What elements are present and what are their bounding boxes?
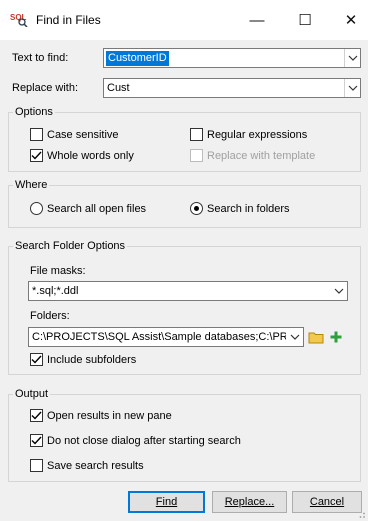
minimize-button[interactable]: — xyxy=(242,8,272,32)
find-button[interactable]: Find xyxy=(128,491,205,513)
replace-with-value[interactable]: Cust xyxy=(107,82,130,94)
whole-words-label: Whole words only xyxy=(47,149,134,162)
regular-expressions-checkbox[interactable]: Regular expressions xyxy=(190,128,307,141)
chevron-down-icon[interactable] xyxy=(287,328,303,346)
open-in-new-pane-checkbox[interactable]: Open results in new pane xyxy=(30,409,172,422)
folders-combo[interactable]: C:\PROJECTS\SQL Assist\Sample databases;… xyxy=(28,327,304,347)
checkbox-box[interactable] xyxy=(30,149,43,162)
radio-circle[interactable] xyxy=(30,202,43,215)
folders-label: Folders: xyxy=(30,310,70,322)
checkmark-icon xyxy=(31,436,42,445)
title-bar: SQL Find in Files — ☐ ✕ xyxy=(0,0,368,40)
checkbox-box[interactable] xyxy=(30,434,43,447)
do-not-close-dialog-checkbox[interactable]: Do not close dialog after starting searc… xyxy=(30,434,241,447)
file-masks-label: File masks: xyxy=(30,265,86,277)
replace-with-template-label: Replace with template xyxy=(207,149,316,162)
search-all-open-files-label: Search all open files xyxy=(47,202,147,215)
sql-app-icon: SQL xyxy=(10,11,28,28)
file-masks-value[interactable]: *.sql;*.ddl xyxy=(32,285,78,297)
regular-expressions-label: Regular expressions xyxy=(207,128,308,141)
dialog-body: Text to find: CustomerID Replace with: C… xyxy=(0,40,368,521)
include-subfolders-label: Include subfolders xyxy=(47,353,137,366)
replace-button-label[interactable]: Replace... xyxy=(225,496,275,508)
text-to-find-combo[interactable]: CustomerID xyxy=(103,48,361,68)
maximize-button[interactable]: ☐ xyxy=(290,8,320,32)
checkbox-box xyxy=(190,149,203,162)
folders-value[interactable]: C:\PROJECTS\SQL Assist\Sample databases;… xyxy=(32,331,286,343)
search-in-folders-radio[interactable]: Search in folders xyxy=(190,202,290,215)
whole-words-checkbox[interactable]: Whole words only xyxy=(30,149,134,162)
checkmark-icon xyxy=(31,151,42,160)
plus-icon[interactable] xyxy=(327,328,345,346)
replace-button[interactable]: Replace... xyxy=(212,491,287,513)
checkbox-box[interactable] xyxy=(30,353,43,366)
text-to-find-label: Text to find: xyxy=(12,52,69,64)
case-sensitive-checkbox[interactable]: Case sensitive xyxy=(30,128,119,141)
chevron-down-icon[interactable] xyxy=(331,282,347,300)
search-folder-options-legend: Search Folder Options xyxy=(15,240,126,252)
checkbox-box[interactable] xyxy=(30,459,43,472)
replace-with-template-checkbox: Replace with template xyxy=(190,149,315,162)
window-title: Find in Files xyxy=(36,13,101,27)
where-legend: Where xyxy=(15,179,48,191)
text-to-find-value[interactable]: CustomerID xyxy=(106,51,169,66)
replace-with-combo[interactable]: Cust xyxy=(103,78,361,98)
do-not-close-dialog-label: Do not close dialog after starting searc… xyxy=(47,434,241,447)
checkmark-icon xyxy=(31,355,42,364)
find-in-files-dialog: SQL Find in Files — ☐ ✕ Text to find: Cu… xyxy=(0,0,368,521)
find-button-label[interactable]: Find xyxy=(156,496,177,508)
file-masks-combo[interactable]: *.sql;*.ddl xyxy=(28,281,348,301)
close-button[interactable]: ✕ xyxy=(336,8,366,32)
output-legend: Output xyxy=(15,388,49,400)
radio-dot xyxy=(194,206,199,211)
replace-with-label: Replace with: xyxy=(12,82,79,94)
chevron-down-icon[interactable] xyxy=(344,79,360,97)
cancel-button-label[interactable]: Cancel xyxy=(310,496,344,508)
checkbox-box[interactable] xyxy=(30,128,43,141)
resize-grip-icon[interactable] xyxy=(356,509,366,519)
checkbox-box[interactable] xyxy=(30,409,43,422)
radio-circle[interactable] xyxy=(190,202,203,215)
folder-icon[interactable] xyxy=(307,328,325,346)
search-all-open-files-radio[interactable]: Search all open files xyxy=(30,202,146,215)
search-in-folders-label: Search in folders xyxy=(207,202,290,215)
save-search-results-checkbox[interactable]: Save search results xyxy=(30,459,144,472)
chevron-down-icon[interactable] xyxy=(344,49,360,67)
save-search-results-label: Save search results xyxy=(47,459,144,472)
case-sensitive-label: Case sensitive xyxy=(47,128,119,141)
cancel-button[interactable]: Cancel xyxy=(292,491,362,513)
open-in-new-pane-label: Open results in new pane xyxy=(47,409,172,422)
include-subfolders-checkbox[interactable]: Include subfolders xyxy=(30,353,136,366)
options-legend: Options xyxy=(15,106,53,118)
checkbox-box[interactable] xyxy=(190,128,203,141)
checkmark-icon xyxy=(31,411,42,420)
